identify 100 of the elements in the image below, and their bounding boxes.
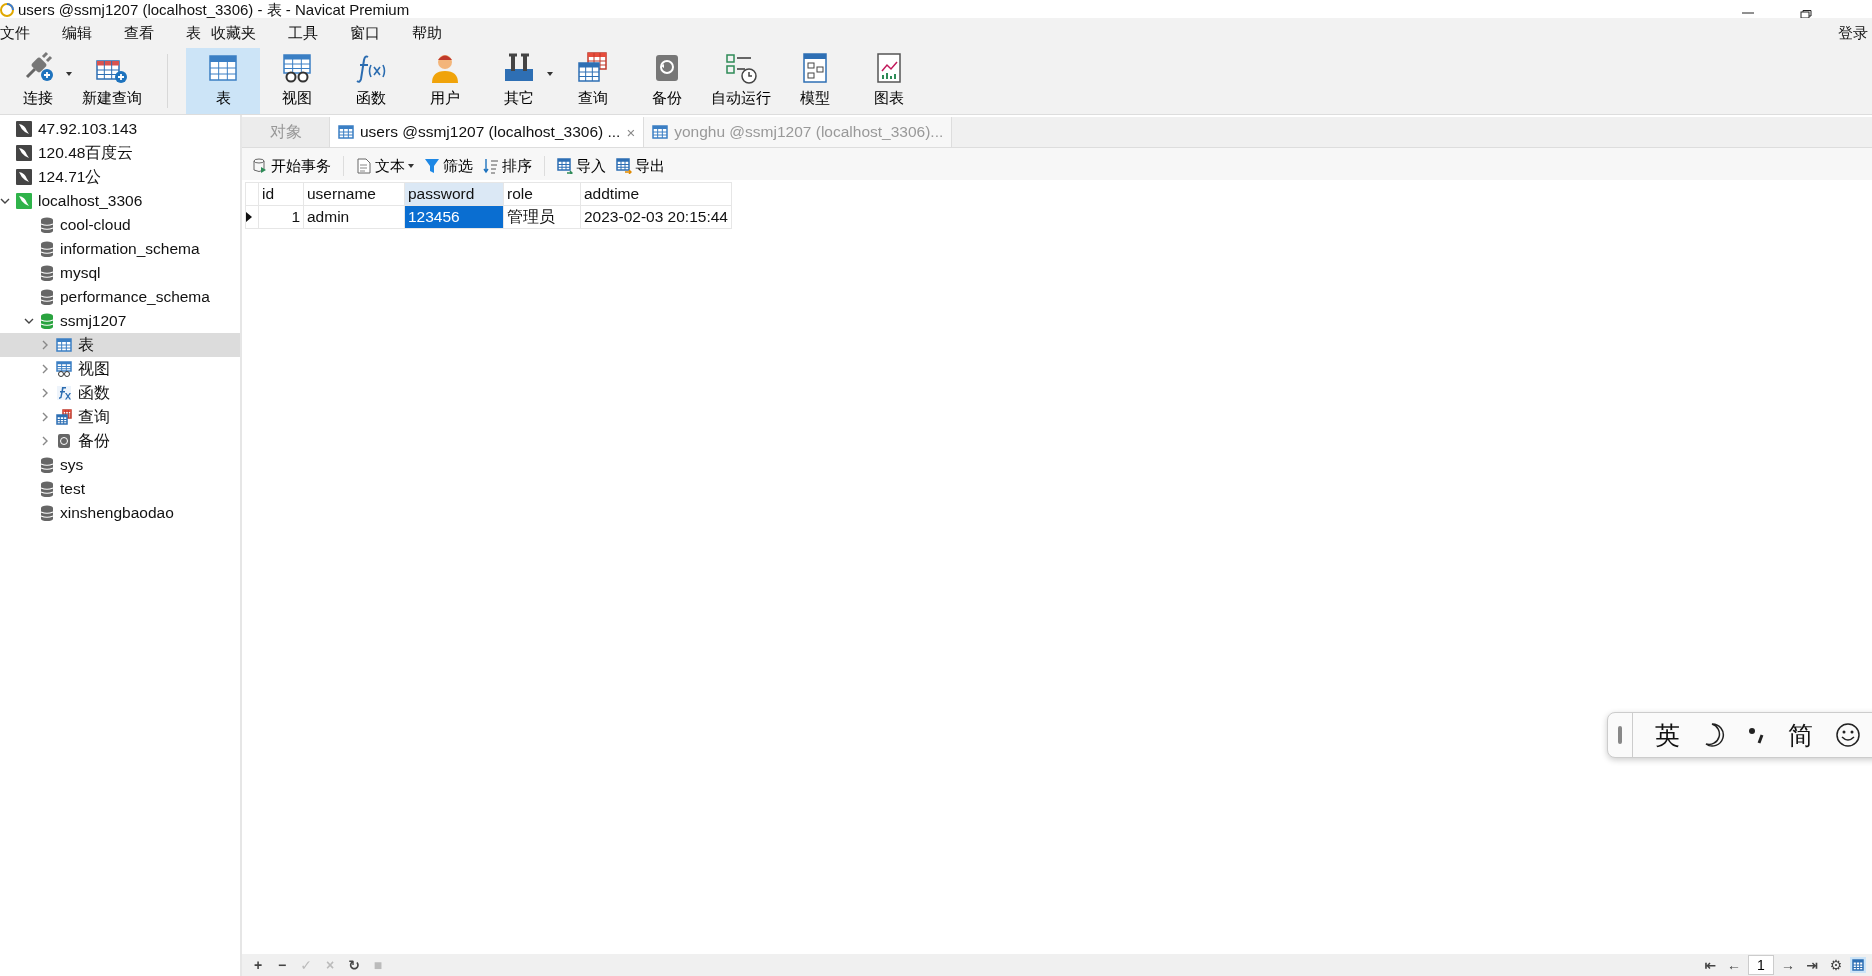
tree-item[interactable]: 124.71公 [0, 165, 240, 189]
toolbar-button[interactable]: 函数 [334, 48, 408, 114]
tree-label: cool-cloud [60, 216, 131, 234]
status-button[interactable]: − [272, 957, 292, 973]
tree-item[interactable]: 函数 [0, 381, 240, 405]
table-icon [56, 409, 72, 425]
toolbar-button[interactable]: 开始事务 [248, 156, 335, 176]
status-button[interactable]: + [248, 957, 268, 973]
toolbar-button[interactable]: 排序 [479, 156, 536, 176]
page-field[interactable]: 1 [1748, 955, 1774, 975]
table-cell: admin [303, 205, 405, 229]
minimize-icon [1742, 10, 1754, 16]
menu-item[interactable]: 表 [186, 23, 201, 43]
table-icon [652, 124, 669, 140]
toolbar-button[interactable]: 新建查询 [75, 48, 149, 114]
column-header[interactable]: addtime [580, 182, 732, 206]
app-icon [0, 3, 14, 17]
tree-item[interactable]: sys [0, 453, 240, 477]
column-header[interactable]: role [503, 182, 581, 206]
restore-icon [1800, 10, 1812, 18]
document-icon [356, 158, 372, 174]
tree-item[interactable]: 47.92.103.143 [0, 117, 240, 141]
table-glasses-icon [280, 51, 314, 85]
tree-item[interactable]: ssmj1207 [0, 309, 240, 333]
tree-item[interactable]: 表 [0, 333, 240, 357]
toolbar-button[interactable]: 导出 [612, 156, 669, 176]
tree-item[interactable]: localhost_3306 [0, 189, 240, 213]
restore-button[interactable] [1800, 10, 1812, 18]
pager-button[interactable]: ⇤ [1700, 957, 1720, 973]
menu-item[interactable]: 工具 [288, 23, 318, 43]
toolbar-button[interactable]: 文本 [352, 156, 418, 176]
table-glasses-icon [56, 361, 72, 377]
window-title: users @ssmj1207 (localhost_3306) - 表 - Navicat Premium [18, 2, 410, 18]
menu-item[interactable]: 文件 [0, 23, 30, 43]
table-cell: 管理员 [503, 205, 581, 229]
toolbar-button[interactable]: 其它 [482, 48, 556, 114]
tree-item[interactable]: information_schema [0, 237, 240, 261]
menu-item[interactable]: 窗口 [350, 23, 380, 43]
menu-item[interactable]: 编辑 [62, 23, 92, 43]
toolbar-button[interactable]: 导入 [553, 156, 610, 176]
login-link[interactable]: 登录 [1838, 23, 1868, 43]
tree-label: ssmj1207 [60, 312, 127, 330]
tree-item[interactable]: xinshengbaodao [0, 501, 240, 525]
toolbar-button[interactable]: 用户 [408, 48, 482, 114]
tree-label: 120.48百度云 [38, 142, 134, 163]
table-icon [338, 124, 354, 140]
drag-handle[interactable] [1618, 726, 1622, 744]
column-header[interactable]: id [258, 182, 304, 206]
tree-label: 函数 [78, 382, 110, 403]
tree-label: 表 [78, 334, 94, 355]
tree-item[interactable]: 120.48百度云 [0, 141, 240, 165]
tree-item[interactable]: 备份 [0, 429, 240, 453]
table-cell: 2023-02-03 20:15:44 [580, 205, 732, 229]
status-button[interactable]: ↻ [344, 957, 364, 973]
checklist-clock-icon [724, 51, 758, 85]
column-header[interactable]: password [404, 182, 504, 206]
tree-label: localhost_3306 [38, 192, 143, 210]
punctuation-icon [1748, 725, 1766, 745]
tree-item[interactable]: 视图 [0, 357, 240, 381]
tree-label: 124.71公 [38, 166, 102, 187]
tree-item[interactable]: test [0, 477, 240, 501]
toolbar-button[interactable]: 自动运行 [704, 48, 778, 114]
menu-item[interactable]: 查看 [124, 23, 154, 43]
menu-item[interactable]: 收藏夹 [211, 23, 256, 43]
menu-item[interactable]: 帮助 [412, 23, 442, 43]
table-icon [576, 51, 610, 85]
close-tab-button[interactable]: × [626, 123, 636, 141]
column-header[interactable]: username [303, 182, 405, 206]
tab[interactable]: users @ssmj1207 (localhost_3306) ... × [330, 117, 645, 147]
toolbar-button[interactable]: 图表 [852, 48, 926, 114]
tree-label: information_schema [60, 240, 200, 258]
filter-icon [424, 158, 440, 174]
tree-label: test [60, 480, 85, 498]
grid-view-icon [1850, 957, 1866, 973]
tree-label: performance_schema [60, 288, 210, 306]
tree-item[interactable]: cool-cloud [0, 213, 240, 237]
toolbar-button[interactable]: 查询 [556, 48, 630, 114]
tree-item[interactable]: 查询 [0, 405, 240, 429]
tree-label: 视图 [78, 358, 110, 379]
pager-button[interactable]: ⇥ [1802, 957, 1822, 973]
toolbar-button[interactable]: 模型 [778, 48, 852, 114]
table-cell: 1 [258, 205, 304, 229]
language-toggle[interactable]: 英 [1655, 718, 1680, 752]
toolbar-button[interactable]: 视图 [260, 48, 334, 114]
toolbar-button[interactable]: 连接 [1, 48, 75, 114]
tree-item[interactable]: performance_schema [0, 285, 240, 309]
toolbar-button[interactable]: 表 [186, 48, 260, 114]
pager-button[interactable]: → [1778, 957, 1798, 973]
script-toggle[interactable]: 简 [1788, 718, 1813, 752]
tree-item[interactable]: mysql [0, 261, 240, 285]
tree-label: 备份 [78, 430, 110, 451]
toolbar-button[interactable]: 筛选 [420, 156, 477, 176]
tree-label: 查询 [78, 406, 110, 427]
tree-label: sys [60, 456, 84, 474]
tree-label: mysql [60, 264, 101, 282]
database-play-icon [252, 158, 268, 174]
pager-button[interactable]: ⚙ [1826, 957, 1846, 973]
table-icon [56, 337, 72, 353]
pager-button[interactable]: ← [1724, 957, 1744, 973]
toolbar-button[interactable]: 备份 [630, 48, 704, 114]
